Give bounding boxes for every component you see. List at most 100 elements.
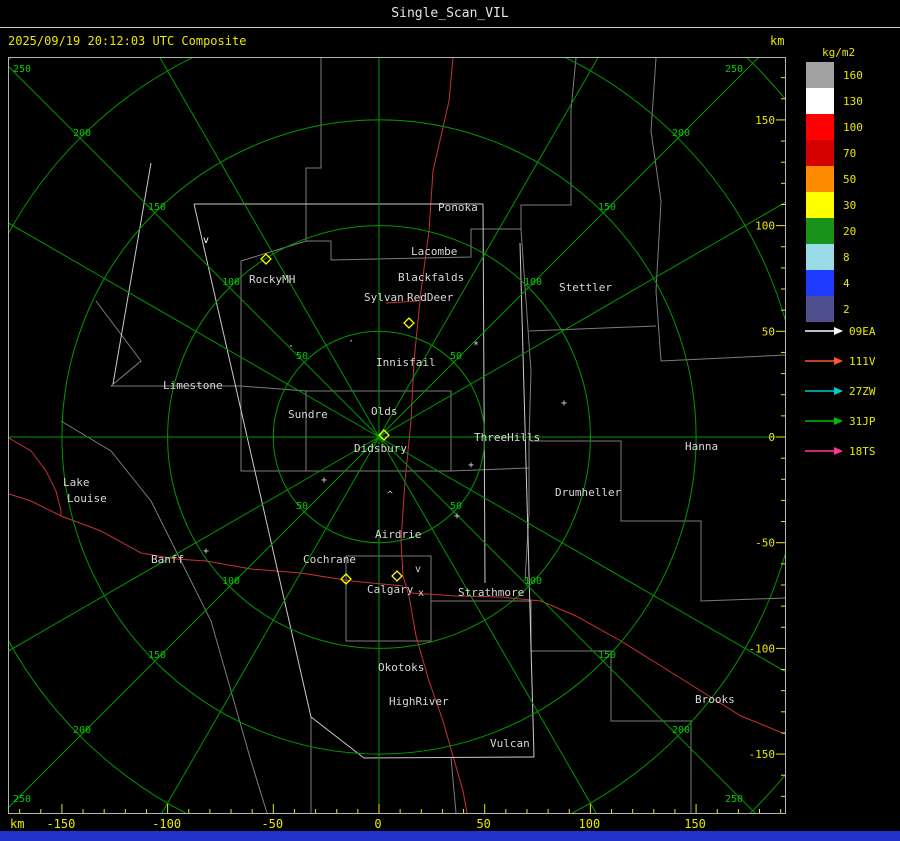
radar-site-marker [260,253,272,265]
county-boundary [528,325,657,332]
city-label: Lacombe [411,245,457,258]
radar-site-marker [391,570,403,582]
highway-line [9,437,62,516]
legend-color-swatch [806,270,834,296]
scan-coverage-outline [363,756,535,759]
range-ring-label: 150 [598,202,616,213]
legend-row: 130 [806,88,863,114]
point-marker: · [348,336,354,347]
range-ring-label: 250 [725,794,743,805]
point-marker: x [418,588,424,599]
point-marker: + [203,546,209,557]
legend-color-swatch [806,166,834,192]
vil-color-scale: 160 130 100 70 50 30 20 8 4 2 [806,62,863,322]
point-marker: + [561,398,567,409]
storm-track-row: 111V [804,346,876,376]
right-axis-label: -50 [755,537,775,550]
city-label: Sylvan [364,291,404,304]
storm-track-arrow-icon [805,357,843,365]
bottom-axis-label: 150 [684,817,706,831]
point-marker: + [454,511,460,522]
city-label: Drumheller [555,486,622,499]
range-ring-label: 250 [13,794,31,805]
scan-coverage-outline [482,203,486,584]
storm-track-id: 18TS [849,444,876,458]
county-boundary [660,354,785,362]
right-axis-label: 150 [755,114,775,127]
legend-row: 30 [806,192,863,218]
legend-value-label: 2 [843,302,850,316]
storm-track-arrow-icon [805,447,843,455]
radar-site-marker [403,317,415,329]
city-label: Olds [371,405,398,418]
legend-row: 8 [806,244,863,270]
radar-map-canvas[interactable]: 50 50 50 50 100 100 100 100 150 150 150 150 200 200 20… [9,58,785,813]
range-ring-label: 150 [598,650,616,661]
scan-coverage-outline [112,162,152,385]
point-marker: · [288,341,294,352]
window-title: Single_Scan_VIL [0,0,900,28]
city-label: Banff [151,553,184,566]
bottom-axis-label: 50 [476,817,491,831]
range-ring-label: 200 [73,128,91,139]
legend-row: 160 [806,62,863,88]
city-label: ThreeHills [474,431,540,444]
bottom-axis-label: -150 [46,817,76,831]
city-label: Airdrie [375,528,421,541]
right-axis-label: -100 [749,642,776,655]
point-marker: * [473,340,479,351]
county-boundary [531,440,785,602]
city-label: Strathmore [458,586,524,599]
city-label: Sundre [288,408,328,421]
point-marker: ^ [387,490,393,501]
county-boundary [60,420,268,813]
legend-value-label: 20 [843,224,857,238]
county-boundary [450,467,530,472]
storm-track-id: 111V [849,354,876,368]
radar-map-area[interactable]: 50 50 50 50 100 100 100 100 150 150 150 150 200 200 20… [8,57,786,814]
county-boundary [95,300,142,387]
legend-row: 50 [806,166,863,192]
range-ring-label: 200 [672,128,690,139]
bottom-axis-label: 100 [578,817,601,831]
scan-timestamp: 2025/09/19 20:12:03 UTC Composite [8,34,247,48]
legend-color-swatch [806,244,834,270]
legend-row: 100 [806,114,863,140]
point-marker: v [415,564,421,575]
county-boundary [650,58,662,362]
legend-color-swatch [806,114,834,140]
range-ring-label: 50 [296,501,308,512]
city-label: Blackfalds [398,271,464,284]
range-ring-label: 150 [148,202,166,213]
city-label: Vulcan [490,737,530,750]
range-ring-label: 250 [725,64,743,75]
bottom-axis-label: 0 [374,817,382,831]
point-marker: + [468,460,474,471]
right-axis-label: 0 [768,431,775,444]
legend-value-label: 70 [843,146,857,160]
legend-row: 4 [806,270,863,296]
azimuth-radial [161,436,380,813]
storm-track-id: 31JP [849,414,876,428]
city-label: Stettler [559,281,612,294]
legend-color-swatch [806,62,834,88]
taskbar-strip[interactable] [0,831,900,841]
city-label: Brooks [695,693,735,706]
right-axis-label: 50 [762,325,775,338]
legend-value-label: 4 [843,276,850,290]
range-ring-label: 200 [672,725,690,736]
city-label: RedDeer [407,291,454,304]
county-boundary [450,757,457,813]
legend-value-label: 8 [843,250,850,264]
storm-track-legend: 09EA 111V 27ZW 31JP 18TS [804,316,876,466]
legend-color-swatch [806,140,834,166]
highway-line [9,493,404,587]
legend-value-label: 100 [843,120,863,134]
range-ring-label: 150 [148,650,166,661]
point-marker: v [203,235,209,246]
city-label: Hanna [685,440,718,453]
legend-value-label: 50 [843,172,857,186]
storm-track-arrow-icon [805,327,843,335]
range-ring-label: 100 [524,576,542,587]
storm-track-row: 18TS [804,436,876,466]
